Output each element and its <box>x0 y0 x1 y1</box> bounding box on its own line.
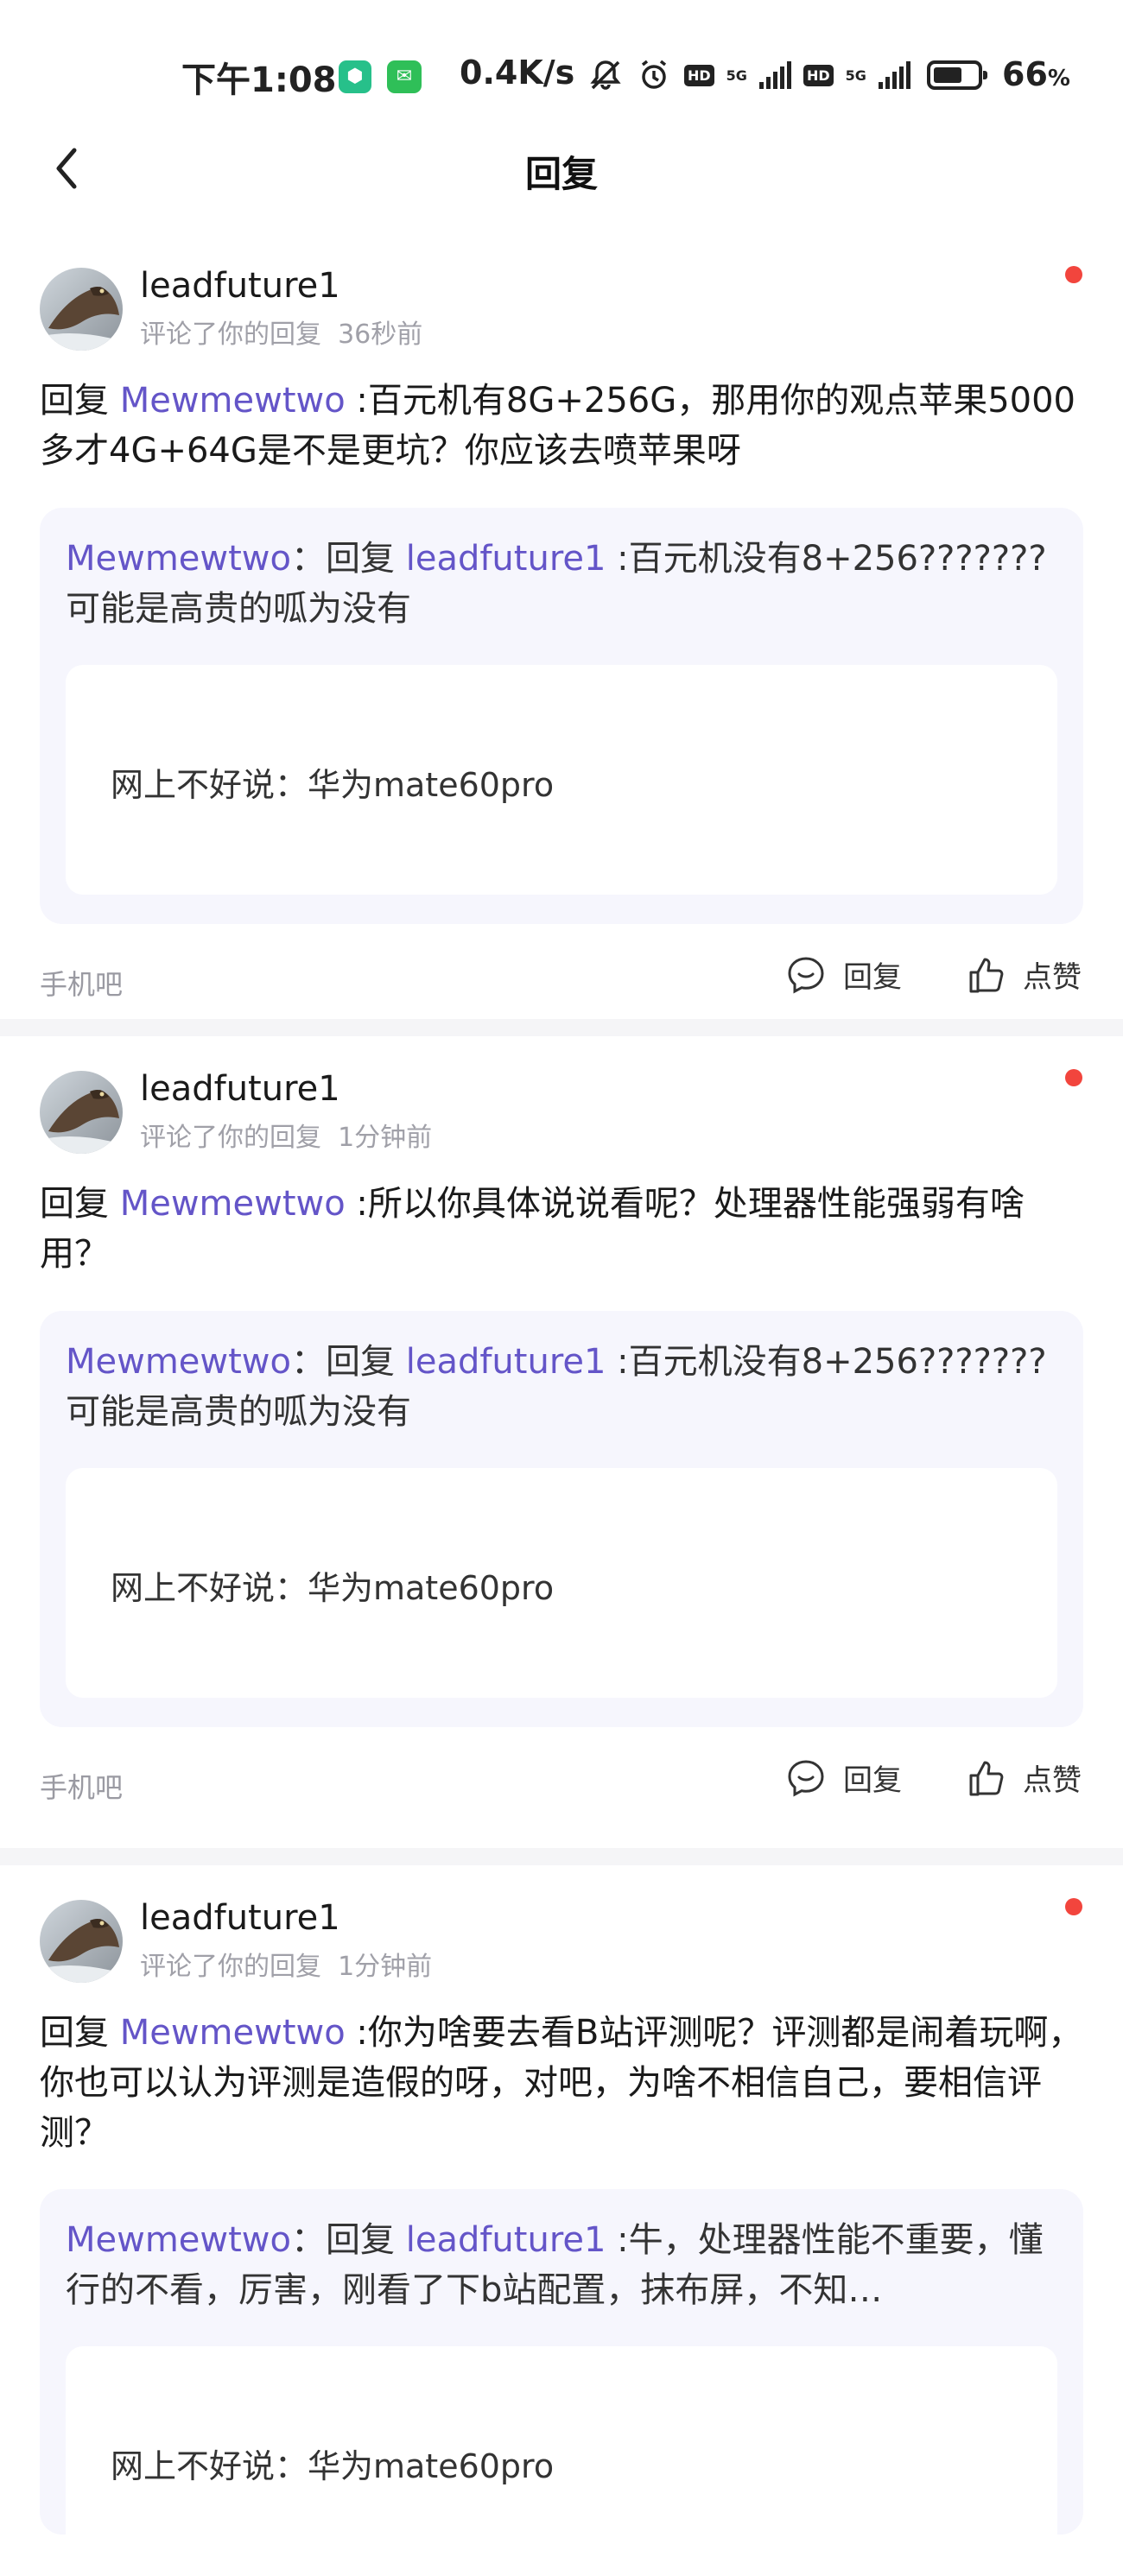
original-post-text: 网上不好说：华为mate60pro <box>111 766 555 804</box>
network-type: 5G <box>726 66 747 84</box>
notification-meta: 评论了你的回复 36秒前 <box>140 320 423 350</box>
notification-card[interactable]: leadfuture1 评论了你的回复 36秒前 回复 Mewmewtwo :百… <box>0 250 1123 1019</box>
alarm-icon <box>641 60 667 89</box>
notification-card[interactable]: leadfuture1 评论了你的回复 1分钟前 回复 Mewmewtwo :所… <box>0 1036 1123 1848</box>
like-label: 点赞 <box>1023 1763 1082 1798</box>
status-time: 下午1:08 <box>181 60 337 100</box>
original-post[interactable]: 网上不好说：华为mate60pro <box>66 2346 1057 2576</box>
mention-link[interactable]: Mewmewtwo <box>120 1184 346 1224</box>
quote-mention[interactable]: leadfuture1 <box>406 2220 606 2260</box>
forum-name[interactable]: 手机吧 <box>40 1766 123 1806</box>
battery-percent: 66% <box>1002 55 1070 93</box>
reply-content[interactable]: 回复 Mewmewtwo :百元机有8G+256G，那用你的观点苹果5000多才… <box>40 376 1083 476</box>
quote-author[interactable]: Mewmewtwo <box>66 1342 291 1382</box>
original-post-text: 网上不好说：华为mate60pro <box>111 1569 555 1607</box>
comment-icon <box>788 956 824 994</box>
unread-dot <box>1065 1898 1082 1915</box>
forum-name[interactable]: 手机吧 <box>40 963 123 1003</box>
avatar[interactable] <box>40 268 123 351</box>
quote-author[interactable]: Mewmewtwo <box>66 539 291 579</box>
avatar[interactable] <box>40 1900 123 1983</box>
status-icons: HD 5G HD 5G <box>587 54 910 97</box>
battery-fill <box>934 67 961 83</box>
security-app-icon: ⬢ <box>339 60 371 93</box>
quoted-comment[interactable]: Mewmewtwo：回复 leadfuture1 :牛，处理器性能不重要，懂行的… <box>40 2189 1083 2576</box>
quote-mention[interactable]: leadfuture1 <box>406 1342 606 1382</box>
notification-list: leadfuture1 评论了你的回复 36秒前 回复 Mewmewtwo :百… <box>0 250 1123 2576</box>
mention-link[interactable]: Mewmewtwo <box>120 2013 346 2053</box>
unread-dot <box>1065 266 1082 283</box>
mention-link[interactable]: Mewmewtwo <box>120 381 346 421</box>
quote-author[interactable]: Mewmewtwo <box>66 2220 291 2260</box>
divider <box>0 1019 1123 1036</box>
network-speed: 0.4K/s <box>460 54 575 92</box>
hd-badge: HD <box>803 64 834 86</box>
reply-label: 回复 <box>843 1763 902 1798</box>
signal-icon <box>758 61 791 89</box>
notification-meta: 评论了你的回复 1分钟前 <box>140 1123 433 1153</box>
notification-card[interactable]: leadfuture1 评论了你的回复 1分钟前 回复 Mewmewtwo :你… <box>0 1865 1123 2576</box>
comment-icon <box>788 1759 824 1797</box>
quote-mention[interactable]: leadfuture1 <box>406 539 606 579</box>
username[interactable]: leadfuture1 <box>140 1898 340 1938</box>
mute-bell-icon <box>590 60 621 90</box>
nav-bar: 回复 <box>0 121 1123 216</box>
like-button[interactable]: 点赞 <box>966 953 1082 996</box>
quoted-comment[interactable]: Mewmewtwo：回复 leadfuture1 :百元机没有8+256????… <box>40 508 1083 924</box>
reply-button[interactable]: 回复 <box>786 1756 902 1799</box>
battery-cap <box>983 71 987 79</box>
original-post[interactable]: 网上不好说：华为mate60pro <box>66 665 1057 895</box>
thumbs-up-icon <box>969 1761 1004 1795</box>
quoted-text: Mewmewtwo：回复 leadfuture1 :百元机没有8+256????… <box>66 539 1047 629</box>
notification-meta: 评论了你的回复 1分钟前 <box>140 1952 433 1982</box>
username[interactable]: leadfuture1 <box>140 1069 340 1109</box>
divider <box>0 1848 1123 1865</box>
network-type: 5G <box>845 66 866 84</box>
original-post[interactable]: 网上不好说：华为mate60pro <box>66 1468 1057 1698</box>
like-label: 点赞 <box>1023 960 1082 995</box>
reply-button[interactable]: 回复 <box>786 953 902 996</box>
quoted-text: Mewmewtwo：回复 leadfuture1 :牛，处理器性能不重要，懂行的… <box>66 2220 1044 2310</box>
avatar[interactable] <box>40 1071 123 1154</box>
hd-badge: HD <box>684 64 714 86</box>
quoted-comment[interactable]: Mewmewtwo：回复 leadfuture1 :百元机没有8+256????… <box>40 1311 1083 1727</box>
signal-icon <box>878 61 910 89</box>
reply-content[interactable]: 回复 Mewmewtwo :你为啥要去看B站评测呢？评测都是闹着玩啊，你也可以认… <box>40 2008 1083 2158</box>
reply-content[interactable]: 回复 Mewmewtwo :所以你具体说说看呢？处理器性能强弱有啥用？ <box>40 1179 1083 1279</box>
thumbs-up-icon <box>969 958 1004 992</box>
like-button[interactable]: 点赞 <box>966 1756 1082 1799</box>
battery-icon <box>927 60 987 90</box>
wechat-icon: ✉ <box>387 60 422 93</box>
unread-dot <box>1065 1069 1082 1086</box>
reply-label: 回复 <box>843 960 902 995</box>
original-post-text: 网上不好说：华为mate60pro <box>111 2447 555 2485</box>
page-title: 回复 <box>524 153 598 195</box>
username[interactable]: leadfuture1 <box>140 266 340 306</box>
quoted-text: Mewmewtwo：回复 leadfuture1 :百元机没有8+256????… <box>66 1342 1047 1432</box>
